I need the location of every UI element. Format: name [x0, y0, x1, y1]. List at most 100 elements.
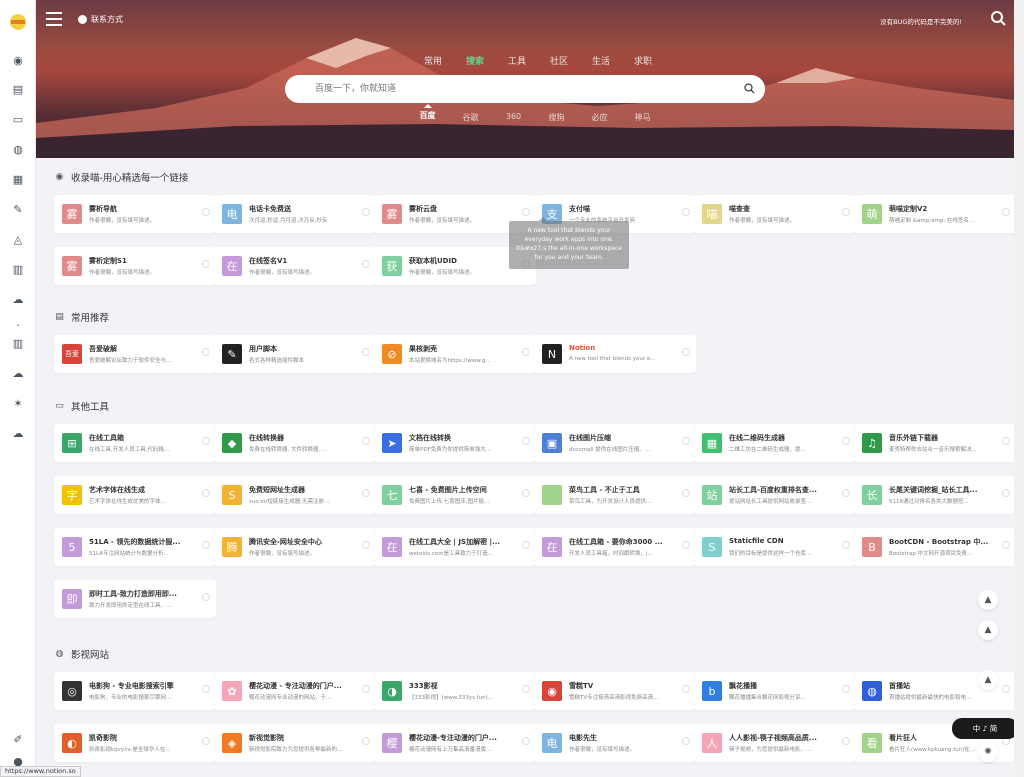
card-go-icon[interactable]: [362, 489, 370, 497]
link-card[interactable]: 长长尾关键词挖掘_站长工具... 5118通过对排名各类大数据挖...: [854, 476, 1016, 514]
link-card[interactable]: 在在线签名V1 作者很懒，没有填写描述。: [214, 247, 376, 285]
brush-icon[interactable]: ✎: [9, 200, 27, 218]
input-method-bubble[interactable]: 中 ♪ 简: [952, 718, 1018, 739]
link-card[interactable]: ◑ 333影视 【333影视】(www.333ys.fun)...: [374, 672, 536, 710]
card-go-icon[interactable]: [522, 348, 530, 356]
card-go-icon[interactable]: [522, 737, 530, 745]
link-card[interactable]: ◎ 电影狗 - 专业电影搜索引擎 电影狗，专业的电影搜索引擎网...: [54, 672, 216, 710]
engine-tab[interactable]: 360: [492, 112, 535, 123]
theme-toggle-button[interactable]: ✺: [978, 742, 998, 762]
card-go-icon[interactable]: [362, 348, 370, 356]
card-go-icon[interactable]: [362, 260, 370, 268]
link-card[interactable]: ▣ 在线图片压缩 docsmall 提供在线图片压缩、...: [534, 424, 696, 462]
search-tab[interactable]: 求职: [622, 54, 664, 67]
link-card[interactable]: ◈ 新视觉影院 新视觉影院致力为您提供各种最新的...: [214, 724, 376, 762]
link-card[interactable]: 腾腾讯安全-网址安全中心 作者很懒，没有填写描述。: [214, 528, 376, 566]
globe-icon[interactable]: ◍: [9, 140, 27, 158]
link-card[interactable]: ⊘ 果核剥壳 本站更换域名为https://www.g...: [374, 335, 536, 373]
card-go-icon[interactable]: [682, 685, 690, 693]
card-go-icon[interactable]: [682, 489, 690, 497]
link-card[interactable]: 字艺术字体在线生成 艺术字体在线生成优美的字体...: [54, 476, 216, 514]
link-card[interactable]: B BootCDN - Bootstrap 中... Bootstrap 中文网开源…: [854, 528, 1016, 566]
card-go-icon[interactable]: [682, 348, 690, 356]
site-logo[interactable]: [4, 12, 32, 32]
link-card[interactable]: ✎ 用户脚本 各式各样精选插件脚本: [214, 335, 376, 373]
engine-tab[interactable]: 必应: [578, 112, 621, 123]
contact-link[interactable]: 联系方式: [78, 14, 123, 25]
card-go-icon[interactable]: [362, 541, 370, 549]
link-card[interactable]: 雾雾析导航 作者很懒，没有填写描述。: [54, 195, 216, 233]
link-card[interactable]: 人人人影视-筷子视频高品质... 筷子视频，为您提供最新电影、...: [694, 724, 856, 762]
link-card[interactable]: 吾爱 吾爱破解 吾爱破解论坛致力于软件安全与...: [54, 335, 216, 373]
card-go-icon[interactable]: [842, 685, 850, 693]
scroll-up-button[interactable]: ▲: [978, 670, 998, 690]
link-card[interactable]: b 飘花播播 飘花播播集合飘花网影视分享...: [694, 672, 856, 710]
card-go-icon[interactable]: [842, 208, 850, 216]
card-go-icon[interactable]: [362, 208, 370, 216]
card-go-icon[interactable]: [1002, 489, 1010, 497]
engine-tab[interactable]: 神马: [621, 112, 664, 123]
link-card[interactable]: ◆ 在线转换器 免费在线转换器, 文件转换器, ...: [214, 424, 376, 462]
card-go-icon[interactable]: [522, 208, 530, 216]
scroll-up-button[interactable]: ▲: [978, 590, 998, 610]
engine-tab[interactable]: 百度: [406, 111, 449, 123]
card-go-icon[interactable]: [202, 208, 210, 216]
card-go-icon[interactable]: [202, 541, 210, 549]
cloud-icon[interactable]: ☁: [9, 424, 27, 442]
search-icon[interactable]: [990, 10, 1006, 26]
book-icon[interactable]: ▤: [9, 80, 27, 98]
scroll-up-button[interactable]: ▲: [978, 620, 998, 640]
search-tab[interactable]: 常用: [412, 54, 454, 67]
card-go-icon[interactable]: [522, 489, 530, 497]
card-go-icon[interactable]: [842, 541, 850, 549]
search-tab[interactable]: 搜索: [454, 54, 496, 67]
pen-icon[interactable]: ✐: [9, 730, 27, 748]
card-go-icon[interactable]: [682, 737, 690, 745]
card-go-icon[interactable]: [842, 437, 850, 445]
card-go-icon[interactable]: [202, 489, 210, 497]
link-card[interactable]: ⊞ 在线工具箱 在线工具,开发人员工具,代码格...: [54, 424, 216, 462]
card-go-icon[interactable]: [842, 489, 850, 497]
map-icon[interactable]: ▥: [9, 260, 27, 278]
card-go-icon[interactable]: [202, 437, 210, 445]
card-go-icon[interactable]: [1002, 208, 1010, 216]
link-card[interactable]: 即即时工具-致力打造即用即... 致力开发即用即走型在线工具、...: [54, 580, 216, 618]
card-go-icon[interactable]: [842, 737, 850, 745]
card-go-icon[interactable]: [202, 685, 210, 693]
engine-tab[interactable]: 谷歌: [449, 112, 492, 123]
card-go-icon[interactable]: [522, 685, 530, 693]
card-go-icon[interactable]: [682, 541, 690, 549]
link-card[interactable]: ◉ 雪糕TV 雪糕TV专注极清高清影视免费高清...: [534, 672, 696, 710]
link-card[interactable]: 萌萌喵定制V2 萌喵定制 &amp;amp; 在线签名...: [854, 195, 1016, 233]
link-card[interactable]: 电电话卡免费送 次月返,秒返,月月返,次月反,秒反: [214, 195, 376, 233]
card-go-icon[interactable]: [362, 437, 370, 445]
card-go-icon[interactable]: [682, 208, 690, 216]
link-card[interactable]: 七七喜 - 免费图片上传空间 免费图片上传,七喜图床,图片链...: [374, 476, 536, 514]
card-go-icon[interactable]: [1002, 437, 1010, 445]
search-tab[interactable]: 生活: [580, 54, 622, 67]
link-card[interactable]: 在在线工具箱 - 要你命3000 ... 开发人员工具箱，时间戳转换，j...: [534, 528, 696, 566]
card-go-icon[interactable]: [1002, 685, 1010, 693]
card-go-icon[interactable]: [202, 348, 210, 356]
map-icon[interactable]: ▥: [9, 334, 27, 352]
link-card[interactable]: ▦ 在线二维码生成器 二维工坊在二维码生成器，提...: [694, 424, 856, 462]
link-card[interactable]: 樱樱花动漫-专注动漫的门户... 樱花动漫网有上万集高清番漫版...: [374, 724, 536, 762]
card-go-icon[interactable]: [682, 437, 690, 445]
link-card[interactable]: 菜鸟工具 - 不止于工具 菜鸟工具，为开发设计人员提供...: [534, 476, 696, 514]
eye-icon[interactable]: ◉: [9, 51, 27, 69]
card-go-icon[interactable]: [522, 437, 530, 445]
rebel-icon[interactable]: ✶: [9, 394, 27, 412]
laptop-icon[interactable]: ▭: [9, 110, 27, 128]
search-tab[interactable]: 社区: [538, 54, 580, 67]
link-card[interactable]: S 免费短网址生成器 suo.im短链接生成器,无需注册...: [214, 476, 376, 514]
card-go-icon[interactable]: [362, 737, 370, 745]
link-card[interactable]: 雾雾析定制S1 作者很懒，没有填写描述。: [54, 247, 216, 285]
card-go-icon[interactable]: [202, 260, 210, 268]
menu-button[interactable]: [46, 12, 62, 26]
link-card[interactable]: 喵喵查查 作者很懒，没有填写描述。: [694, 195, 856, 233]
link-card[interactable]: S Staticfile CDN 我们的目标是提供这样一个仓库...: [694, 528, 856, 566]
search-tab[interactable]: 工具: [496, 54, 538, 67]
link-card[interactable]: 电电影先生 作者很懒，没有填写描述。: [534, 724, 696, 762]
link-card[interactable]: ◐ 凯奇影院 凯奇影视kqvy.tv-是全球华人在...: [54, 724, 216, 762]
link-card[interactable]: ✿ 樱花动漫 - 专注动漫的门户... 樱花动漫网专业动漫的网站，于...: [214, 672, 376, 710]
